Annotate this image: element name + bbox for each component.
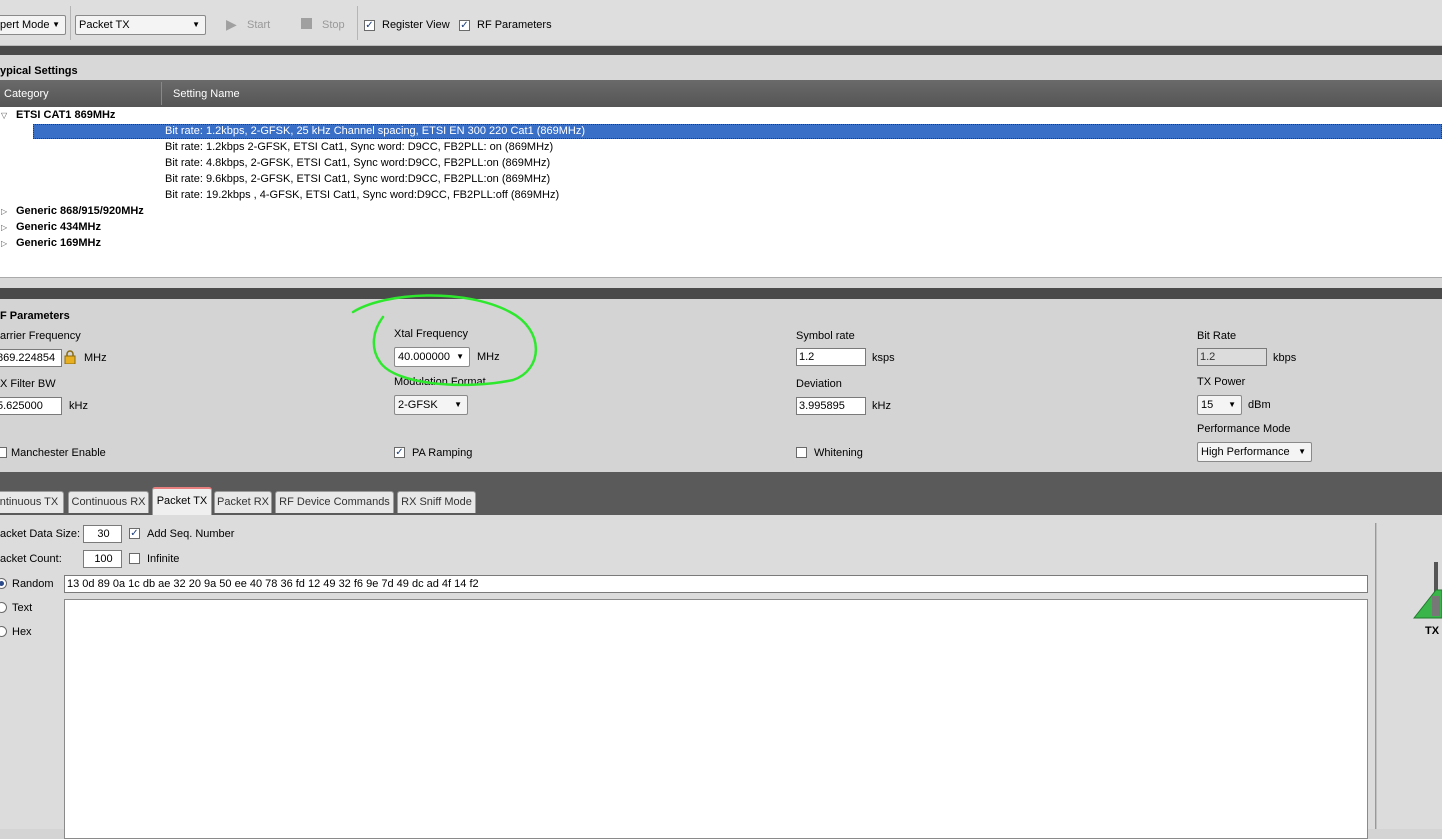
tree-category-etsi-cat1[interactable]: ETSI CAT1 869MHz bbox=[16, 109, 115, 121]
tx-label: TX bbox=[1425, 625, 1440, 637]
pa-ramping-label: PA Ramping bbox=[412, 447, 473, 459]
tree-row[interactable]: Bit rate: 1.2kbps 2-GFSK, ETSI Cat1, Syn… bbox=[165, 141, 553, 153]
manchester-enable-checkbox[interactable] bbox=[0, 447, 7, 458]
carrier-frequency-unit: MHz bbox=[84, 352, 107, 364]
tab-rf-device-commands[interactable]: RF Device Commands bbox=[275, 491, 394, 513]
start-label: Start bbox=[247, 19, 271, 31]
toolbar: pert Mode ▼ Packet TX ▼ ▶ Start Stop ✓ R… bbox=[0, 0, 1442, 46]
packet-count-label: acket Count: bbox=[0, 553, 62, 565]
add-seq-number-checkbox[interactable]: ✓ bbox=[129, 528, 140, 539]
deviation-input[interactable]: 3.995895 bbox=[796, 397, 866, 415]
infinite-checkbox[interactable] bbox=[129, 553, 140, 564]
whitening-checkbox[interactable] bbox=[796, 447, 807, 458]
packet-count-value: 100 bbox=[94, 553, 113, 565]
toolbar-separator bbox=[357, 6, 358, 40]
rx-filter-bw-label: X Filter BW bbox=[0, 378, 56, 390]
symbol-rate-input[interactable]: 1.2 bbox=[796, 348, 866, 366]
expand-icon[interactable]: ▷ bbox=[1, 239, 7, 248]
tab-packet-rx[interactable]: Packet RX bbox=[214, 491, 272, 513]
toolbar-separator bbox=[70, 6, 71, 40]
packet-data-size-label: acket Data Size: bbox=[0, 528, 81, 540]
tree-row[interactable]: Bit rate: 19.2kbps , 4-GFSK, ETSI Cat1, … bbox=[165, 189, 559, 201]
random-data-field[interactable]: 13 0d 89 0a 1c db ae 32 20 9a 50 ee 40 7… bbox=[64, 575, 1368, 593]
chevron-down-icon: ▼ bbox=[192, 20, 200, 29]
splitter[interactable] bbox=[0, 288, 1442, 299]
rx-filter-bw-input[interactable]: 5.625000 bbox=[0, 397, 62, 415]
bit-rate-display: 1.2 bbox=[1197, 348, 1267, 366]
collapse-icon[interactable]: ▽ bbox=[1, 111, 7, 120]
bit-rate-unit: kbps bbox=[1273, 352, 1297, 364]
performance-mode-value: High Performance bbox=[1201, 446, 1290, 458]
tab-continuous-rx[interactable]: Continuous RX bbox=[68, 491, 149, 513]
modulation-format-select[interactable]: 2-GFSK ▼ bbox=[394, 395, 468, 415]
radio-text-label: Text bbox=[12, 602, 33, 614]
side-divider bbox=[1375, 523, 1377, 829]
tree-row[interactable]: Bit rate: 4.8kbps, 2-GFSK, ETSI Cat1, Sy… bbox=[165, 157, 550, 169]
radio-random-label: Random bbox=[12, 578, 54, 590]
function-select-value: Packet TX bbox=[79, 19, 130, 31]
expand-icon[interactable]: ▷ bbox=[1, 223, 7, 232]
tab-packet-tx[interactable]: Packet TX bbox=[152, 487, 212, 515]
packet-data-size-input[interactable]: 30 bbox=[83, 525, 122, 543]
packet-data-size-value: 30 bbox=[97, 528, 110, 540]
expand-icon[interactable]: ▷ bbox=[1, 207, 7, 216]
tree-category-generic-434[interactable]: Generic 434MHz bbox=[16, 221, 101, 233]
annotation-circle bbox=[351, 294, 537, 387]
settings-table-header: Category Setting Name bbox=[0, 80, 1442, 107]
tree-category-generic-868[interactable]: Generic 868/915/920MHz bbox=[16, 205, 144, 217]
column-header-category[interactable]: Category bbox=[4, 88, 49, 100]
rx-filter-bw-unit: kHz bbox=[69, 400, 88, 412]
chevron-down-icon: ▼ bbox=[454, 400, 462, 409]
tx-antenna-icon bbox=[1410, 560, 1442, 620]
infinite-label: Infinite bbox=[147, 553, 180, 565]
whitening-label: Whitening bbox=[814, 447, 863, 459]
tx-power-select[interactable]: 15 ▼ bbox=[1197, 395, 1242, 415]
tx-power-label: TX Power bbox=[1197, 376, 1246, 388]
tab-continuous-tx[interactable]: ntinuous TX bbox=[0, 491, 64, 513]
modulation-format-value: 2-GFSK bbox=[398, 399, 438, 411]
stop-label: Stop bbox=[322, 19, 345, 31]
manchester-enable-label: Manchester Enable bbox=[11, 447, 106, 459]
carrier-frequency-label: arrier Frequency bbox=[0, 330, 81, 342]
rf-parameters-label: RF Parameters bbox=[477, 19, 552, 31]
rf-parameters-title: F Parameters bbox=[0, 310, 70, 322]
symbol-rate-label: Symbol rate bbox=[796, 330, 855, 342]
deviation-label: Deviation bbox=[796, 378, 842, 390]
radio-hex-label: Hex bbox=[12, 626, 32, 638]
tree-category-generic-169[interactable]: Generic 169MHz bbox=[16, 237, 101, 249]
function-select[interactable]: Packet TX ▼ bbox=[75, 15, 206, 35]
register-view-checkbox[interactable]: ✓ bbox=[364, 20, 375, 31]
settings-tree: ▽ ETSI CAT1 869MHz Bit rate: 1.2kbps, 2-… bbox=[0, 107, 1442, 278]
pa-ramping-checkbox[interactable]: ✓ bbox=[394, 447, 405, 458]
chevron-down-icon: ▼ bbox=[52, 20, 60, 29]
mode-select-value: pert Mode bbox=[0, 19, 50, 31]
chevron-down-icon: ▼ bbox=[1228, 400, 1236, 409]
splitter[interactable] bbox=[0, 46, 1442, 55]
packet-data-textarea[interactable] bbox=[64, 599, 1368, 839]
bit-rate-label: Bit Rate bbox=[1197, 330, 1237, 342]
performance-mode-label: Performance Mode bbox=[1197, 423, 1291, 435]
chevron-down-icon: ▼ bbox=[1298, 447, 1306, 456]
tree-row-selected[interactable]: Bit rate: 1.2kbps, 2-GFSK, 25 kHz Channe… bbox=[33, 124, 1442, 139]
tx-power-unit: dBm bbox=[1248, 399, 1271, 411]
carrier-frequency-input[interactable]: 869.224854 bbox=[0, 349, 62, 367]
deviation-unit: kHz bbox=[872, 400, 891, 412]
tree-row[interactable]: Bit rate: 9.6kbps, 2-GFSK, ETSI Cat1, Sy… bbox=[165, 173, 550, 185]
rf-parameters-checkbox[interactable]: ✓ bbox=[459, 20, 470, 31]
symbol-rate-unit: ksps bbox=[872, 352, 895, 364]
lock-icon[interactable] bbox=[64, 350, 76, 365]
play-icon: ▶ bbox=[226, 16, 237, 32]
column-divider bbox=[161, 82, 162, 105]
tx-power-value: 15 bbox=[1201, 399, 1214, 411]
mode-select[interactable]: pert Mode ▼ bbox=[0, 15, 66, 35]
column-header-setting-name[interactable]: Setting Name bbox=[173, 88, 240, 100]
typical-settings-title: ypical Settings bbox=[0, 65, 78, 77]
register-view-label: Register View bbox=[382, 19, 450, 31]
stop-icon bbox=[301, 18, 312, 29]
setting-name: Bit rate: 1.2kbps, 2-GFSK, 25 kHz Channe… bbox=[165, 125, 586, 137]
add-seq-number-label: Add Seq. Number bbox=[147, 528, 235, 540]
performance-mode-select[interactable]: High Performance ▼ bbox=[1197, 442, 1312, 462]
packet-count-input[interactable]: 100 bbox=[83, 550, 122, 568]
tab-rx-sniff-mode[interactable]: RX Sniff Mode bbox=[397, 491, 476, 513]
